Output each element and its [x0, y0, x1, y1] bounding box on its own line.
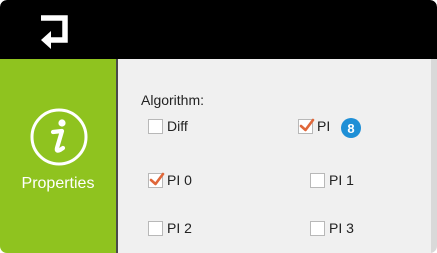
checkbox-box[interactable]	[310, 220, 325, 236]
checkbox-label: PI 1	[329, 172, 354, 188]
checkbox-box[interactable]	[148, 220, 163, 236]
checkbox-label: PI 3	[329, 220, 354, 236]
algorithm-heading: Algorithm:	[141, 92, 205, 108]
checkbox-box[interactable]	[310, 172, 325, 188]
checkbox-pi-2[interactable]: PI 2	[148, 220, 192, 236]
sidebar: Properties	[0, 59, 118, 253]
checkbox-box[interactable]	[148, 118, 163, 134]
checkmark-icon	[149, 172, 165, 185]
info-icon	[29, 107, 89, 167]
checkbox-pi[interactable]: PI	[298, 118, 330, 134]
checkmark-icon	[299, 118, 315, 131]
checkbox-pi-1[interactable]: PI 1	[310, 172, 354, 188]
checkbox-label: Diff	[167, 118, 188, 134]
sidebar-label-properties[interactable]: Properties	[0, 175, 116, 193]
checkbox-diff[interactable]: Diff	[148, 118, 188, 134]
top-bar	[0, 0, 437, 59]
back-button[interactable]	[34, 14, 78, 50]
checkbox-label: PI 2	[167, 220, 192, 236]
checkbox-label: PI	[317, 118, 331, 134]
count-badge: 8	[341, 118, 361, 138]
checkbox-label: PI 0	[167, 172, 192, 188]
checkbox-box[interactable]	[298, 118, 315, 134]
checkbox-pi-3[interactable]: PI 3	[310, 220, 354, 236]
checkbox-pi-0[interactable]: PI 0	[148, 172, 192, 188]
checkbox-box[interactable]	[148, 172, 165, 188]
app-window: Properties Algorithm: Diff PI 8 PI 0 PI …	[0, 0, 437, 253]
scrollbar[interactable]	[431, 59, 437, 253]
back-arrow-icon	[41, 15, 68, 49]
